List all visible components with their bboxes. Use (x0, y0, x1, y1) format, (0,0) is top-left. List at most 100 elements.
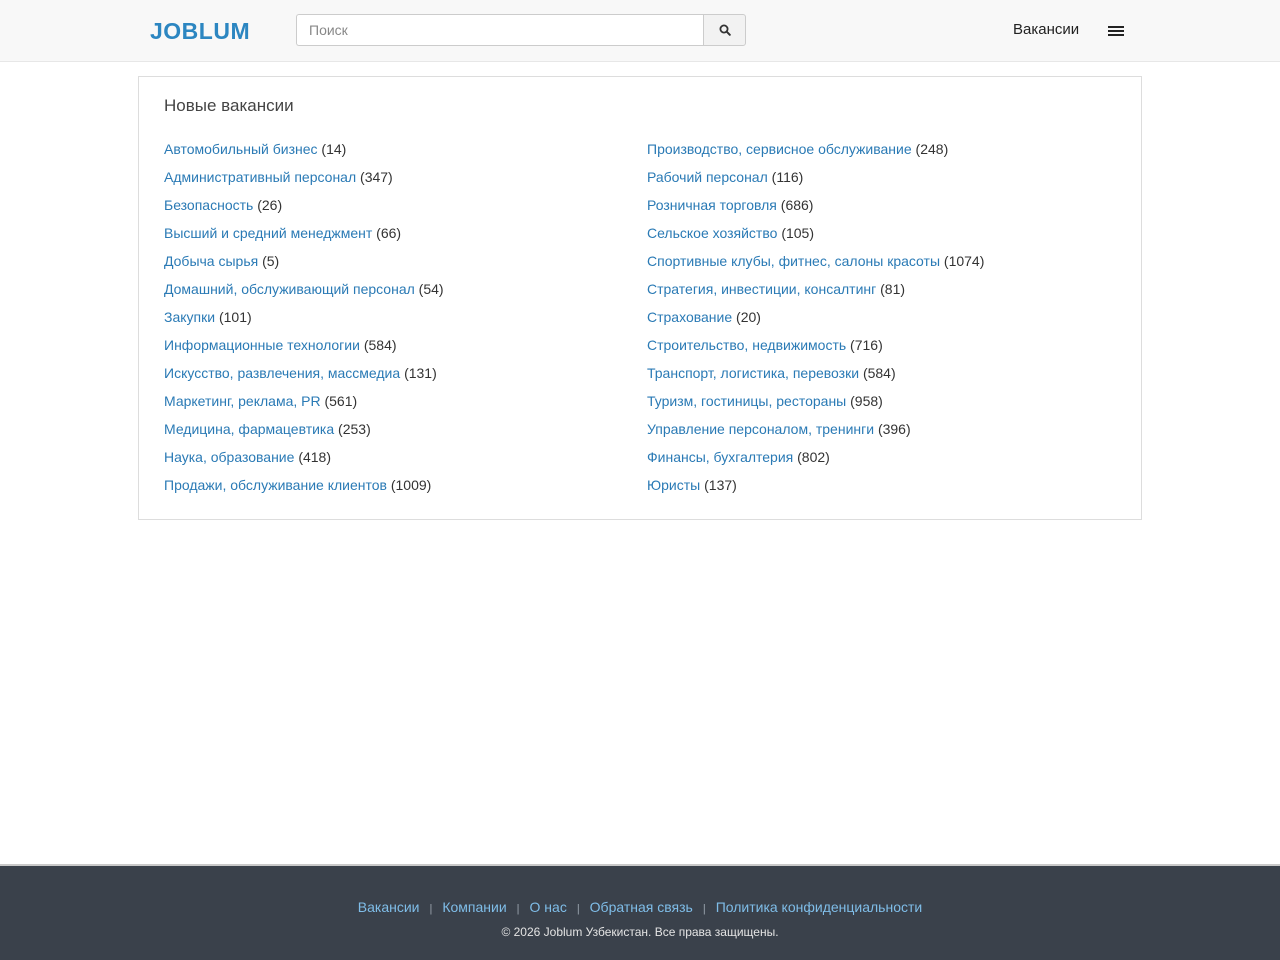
category-link[interactable]: Управление персоналом, тренинги (647, 421, 874, 437)
category-item: Домашний, обслуживающий персонал (54) (164, 279, 444, 307)
menu-icon (1108, 26, 1124, 36)
category-count: (1074) (943, 253, 985, 269)
category-link[interactable]: Сельское хозяйство (647, 225, 777, 241)
category-link[interactable]: Медицина, фармацевтика (164, 421, 334, 437)
category-item: Транспорт, логистика, перевозки (584) (647, 363, 984, 391)
category-item: Искусство, развлечения, массмедиа (131) (164, 363, 444, 391)
category-link[interactable]: Безопасность (164, 197, 253, 213)
search-icon (719, 24, 731, 36)
category-item: Производство, сервисное обслуживание (24… (647, 139, 984, 167)
category-link[interactable]: Высший и средний менеджмент (164, 225, 372, 241)
search-button[interactable] (703, 14, 746, 46)
panel-title: Новые вакансии (164, 96, 294, 115)
category-count: (81) (880, 281, 906, 297)
category-count: (396) (877, 421, 911, 437)
category-item: Рабочий персонал (116) (647, 167, 984, 195)
site-logo[interactable]: JOBLUM (150, 17, 250, 45)
category-count: (14) (321, 141, 347, 157)
category-count: (105) (781, 225, 814, 241)
category-link[interactable]: Искусство, развлечения, массмедиа (164, 365, 400, 381)
search-input[interactable] (296, 14, 703, 46)
category-link[interactable]: Финансы, бухгалтерия (647, 449, 793, 465)
footer-link[interactable]: О нас (530, 899, 567, 915)
category-count: (584) (363, 337, 397, 353)
category-link[interactable]: Туризм, гостиницы, рестораны (647, 393, 846, 409)
category-link[interactable]: Рабочий персонал (647, 169, 768, 185)
category-count: (131) (404, 365, 437, 381)
category-item: Юристы (137) (647, 475, 984, 503)
category-list-left: Автомобильный бизнес (14) Административны… (164, 139, 444, 503)
category-item: Медицина, фармацевтика (253) (164, 419, 444, 447)
category-item: Страхование (20) (647, 307, 984, 335)
new-vacancies-panel: Новые вакансии Автомобильный бизнес (14)… (138, 76, 1142, 520)
category-count: (802) (797, 449, 830, 465)
category-link[interactable]: Спортивные клубы, фитнес, салоны красоты (647, 253, 940, 269)
footer-separator: | (576, 903, 580, 915)
category-link[interactable]: Домашний, обслуживающий персонал (164, 281, 415, 297)
nav-vacancies-link[interactable]: Вакансии (1013, 21, 1079, 39)
category-count: (66) (376, 225, 402, 241)
category-count: (347) (360, 169, 393, 185)
copyright-text: © 2026 Joblum Узбекистан. Все права защи… (501, 925, 779, 939)
footer-links: Вакансии | Компании | О нас | Обратная связь | П… (0, 898, 1280, 918)
category-count: (26) (257, 197, 283, 213)
footer-link[interactable]: Вакансии (358, 899, 420, 915)
category-count: (958) (850, 393, 883, 409)
footer-link[interactable]: Политика конфиденциальности (716, 899, 923, 915)
category-count: (54) (418, 281, 444, 297)
category-item: Наука, образование (418) (164, 447, 444, 475)
search-bar (296, 14, 746, 46)
category-link[interactable]: Закупки (164, 309, 215, 325)
category-count: (5) (262, 253, 280, 269)
category-count: (584) (862, 365, 896, 381)
menu-button[interactable] (1104, 20, 1128, 42)
footer-separator: | (702, 903, 706, 915)
category-count: (418) (298, 449, 331, 465)
site-footer: Вакансии | Компании | О нас | Обратная связь | П… (0, 864, 1280, 960)
category-link[interactable]: Стратегия, инвестиции, консалтинг (647, 281, 876, 297)
category-link[interactable]: Маркетинг, реклама, PR (164, 393, 321, 409)
category-link[interactable]: Транспорт, логистика, перевозки (647, 365, 859, 381)
category-item: Информационные технологии (584) (164, 335, 444, 363)
category-item: Строительство, недвижимость (716) (647, 335, 984, 363)
category-count: (686) (780, 197, 814, 213)
category-item: Административный персонал (347) (164, 167, 444, 195)
category-item: Продажи, обслуживание клиентов (1009) (164, 475, 444, 503)
category-count: (253) (338, 421, 371, 437)
category-link[interactable]: Розничная торговля (647, 197, 777, 213)
category-link[interactable]: Информационные технологии (164, 337, 360, 353)
category-item: Высший и средний менеджмент (66) (164, 223, 444, 251)
category-link[interactable]: Юристы (647, 477, 700, 493)
category-count: (248) (915, 141, 949, 157)
footer-link[interactable]: Обратная связь (590, 899, 693, 915)
category-link[interactable]: Наука, образование (164, 449, 294, 465)
category-item: Маркетинг, реклама, PR (561) (164, 391, 444, 419)
category-link[interactable]: Продажи, обслуживание клиентов (164, 477, 387, 493)
category-item: Безопасность (26) (164, 195, 444, 223)
category-count: (137) (704, 477, 737, 493)
category-link[interactable]: Административный персонал (164, 169, 356, 185)
footer-link[interactable]: Компании (442, 899, 506, 915)
category-list-right: Производство, сервисное обслуживание (24… (647, 139, 984, 503)
category-count: (20) (736, 309, 761, 325)
category-count: (716) (850, 337, 883, 353)
category-item: Управление персоналом, тренинги (396) (647, 419, 984, 447)
category-link[interactable]: Добыча сырья (164, 253, 258, 269)
footer-separator: | (429, 903, 433, 915)
category-count: (561) (324, 393, 358, 409)
category-item: Туризм, гостиницы, рестораны (958) (647, 391, 984, 419)
category-item: Розничная торговля (686) (647, 195, 984, 223)
category-count: (101) (218, 309, 252, 325)
category-count: (116) (771, 169, 804, 185)
category-link[interactable]: Автомобильный бизнес (164, 141, 318, 157)
category-item: Автомобильный бизнес (14) (164, 139, 444, 167)
footer-separator: | (516, 903, 520, 915)
category-count: (1009) (390, 477, 432, 493)
category-item: Добыча сырья (5) (164, 251, 444, 279)
category-item: Спортивные клубы, фитнес, салоны красоты… (647, 251, 984, 279)
category-item: Сельское хозяйство (105) (647, 223, 984, 251)
category-link[interactable]: Страхование (647, 309, 732, 325)
category-link[interactable]: Производство, сервисное обслуживание (647, 141, 912, 157)
category-item: Стратегия, инвестиции, консалтинг (81) (647, 279, 984, 307)
category-link[interactable]: Строительство, недвижимость (647, 337, 846, 353)
